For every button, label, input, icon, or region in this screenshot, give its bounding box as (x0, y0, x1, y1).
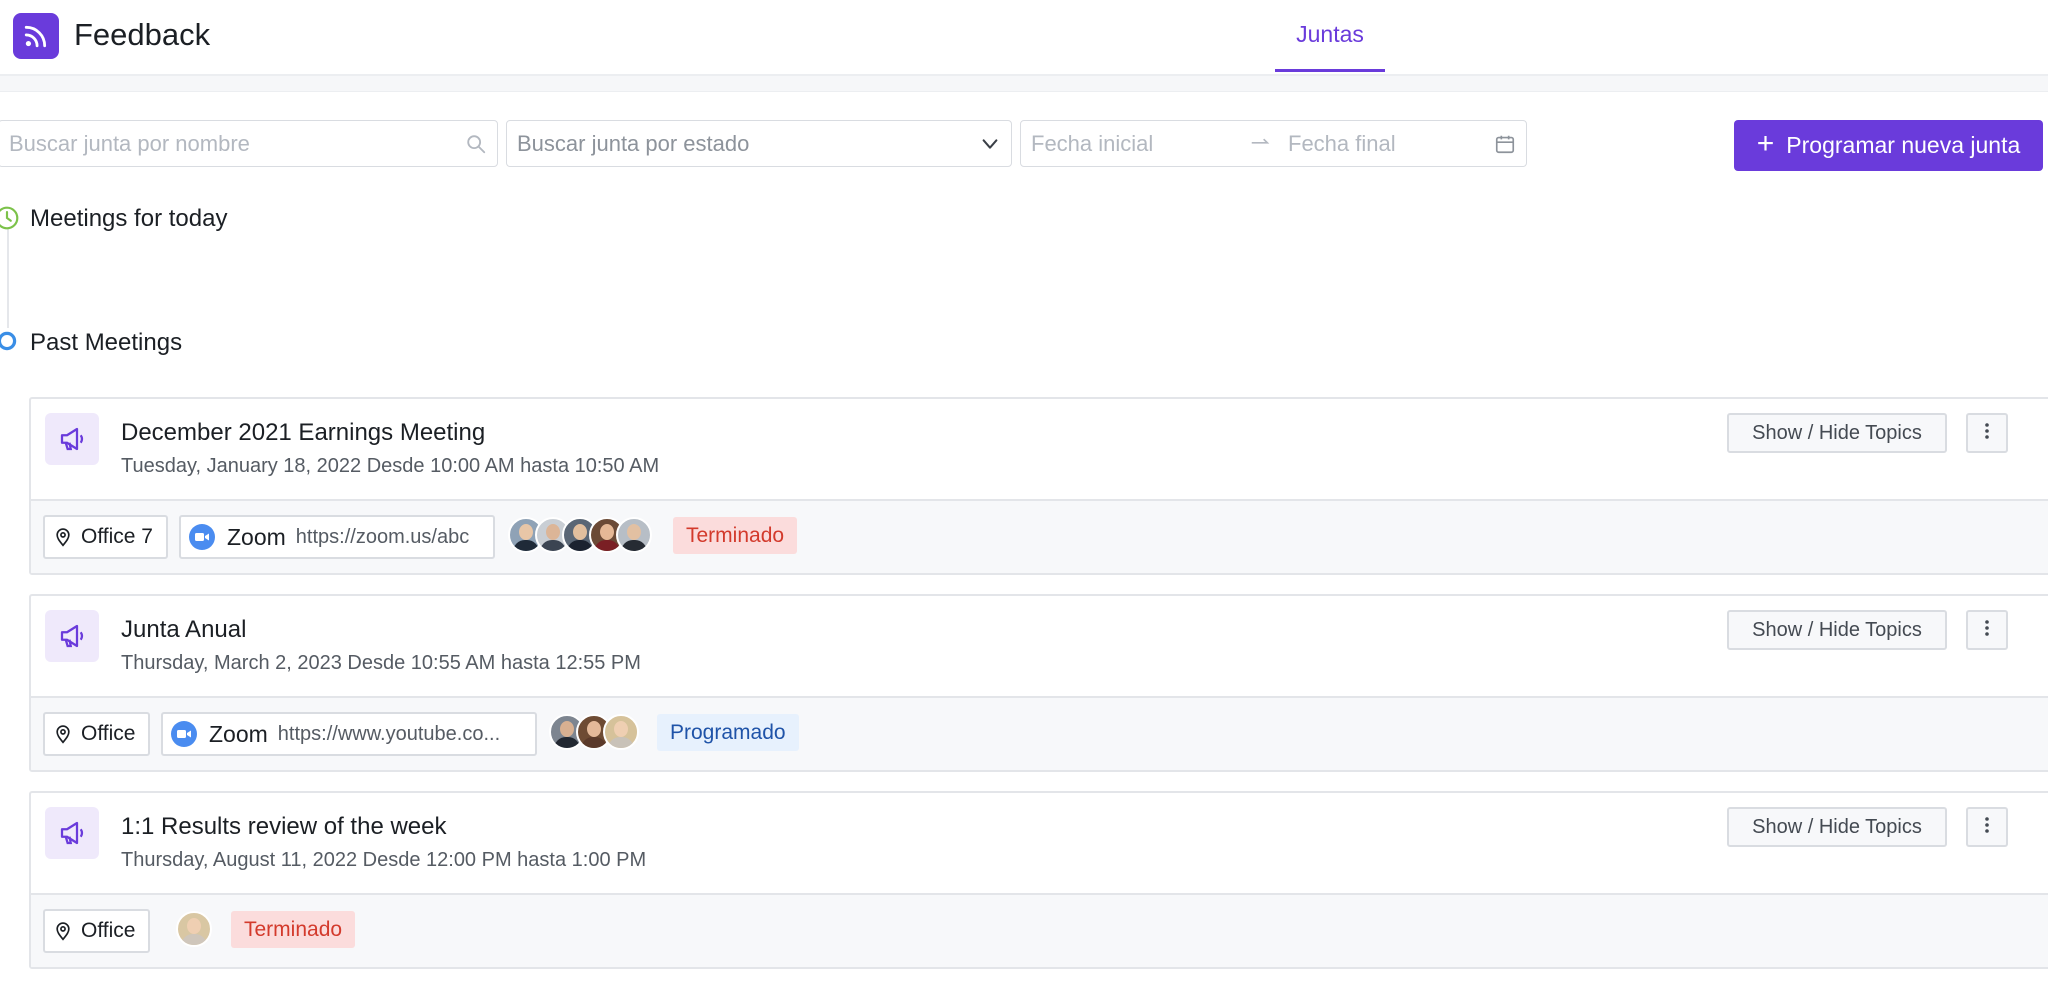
date-start-input[interactable]: Fecha inicial (1031, 131, 1153, 157)
avatar[interactable] (176, 911, 212, 947)
attendee-avatars (508, 517, 652, 553)
schedule-new-meeting-label: Programar nueva junta (1786, 132, 2021, 158)
status-badge: Terminado (231, 911, 356, 948)
timeline-line (7, 228, 9, 328)
meeting-title[interactable]: 1:1 Results review of the week (121, 813, 447, 841)
location-label: Office (81, 919, 136, 942)
megaphone-icon (45, 807, 99, 859)
meeting-card-footer: Office Terminado (31, 893, 2048, 967)
location-label: Office 7 (81, 525, 153, 548)
status-badge: Terminado (673, 517, 798, 554)
calendar-icon (1494, 133, 1516, 161)
plus-icon: + (1756, 127, 1775, 160)
circle-icon (0, 328, 20, 354)
location-label: Office (81, 722, 136, 745)
megaphone-icon (45, 610, 99, 662)
search-icon (465, 133, 487, 161)
avatar[interactable] (616, 517, 652, 553)
chevron-down-icon (979, 133, 1001, 161)
more-options-button[interactable] (1966, 610, 2008, 650)
status-badge: Programado (657, 714, 799, 751)
meeting-title[interactable]: Junta Anual (121, 616, 246, 644)
meeting-date: Tuesday, January 18, 2022 Desde 10:00 AM… (121, 455, 660, 477)
show-hide-topics-button[interactable]: Show / Hide Topics (1727, 413, 1947, 453)
clock-icon (0, 205, 20, 231)
video-camera-icon (171, 721, 197, 747)
search-by-name-input[interactable]: Buscar junta por nombre (0, 120, 498, 167)
meeting-card: Junta Anual Thursday, March 2, 2023 Desd… (29, 594, 2048, 772)
more-vertical-icon (1978, 618, 1996, 643)
zoom-label: Zoom (227, 523, 286, 550)
meeting-card-header: December 2021 Earnings Meeting Tuesday, … (31, 399, 2048, 499)
pin-icon (53, 526, 73, 548)
megaphone-icon (45, 413, 99, 465)
rss-icon[interactable] (13, 13, 59, 59)
search-by-state-select[interactable]: Buscar junta por estado (506, 120, 1012, 167)
video-camera-icon (189, 524, 215, 550)
app-title: Feedback (74, 17, 211, 52)
zoom-label: Zoom (209, 720, 268, 747)
date-end-input[interactable]: Fecha final (1288, 131, 1396, 157)
top-bar: Feedback Juntas (0, 0, 2048, 76)
attendee-avatars (549, 714, 639, 750)
meeting-date: Thursday, March 2, 2023 Desde 10:55 AM h… (121, 652, 641, 674)
meeting-card-footer: Office Zoom https://www.youtube.co... Pr… (31, 696, 2048, 770)
tab-juntas[interactable]: Juntas (1275, 0, 1385, 72)
location-chip: Office (43, 712, 150, 756)
show-hide-topics-button[interactable]: Show / Hide Topics (1727, 610, 1947, 650)
attendee-avatars (176, 911, 212, 947)
schedule-new-meeting-button[interactable]: + Programar nueva junta (1734, 120, 2043, 171)
more-vertical-icon (1978, 815, 1996, 840)
more-options-button[interactable] (1966, 807, 2008, 847)
meeting-card: December 2021 Earnings Meeting Tuesday, … (29, 397, 2048, 575)
meeting-card-footer: Office 7 Zoom https://zoom.us/abc Termin… (31, 499, 2048, 573)
meeting-card-header: 1:1 Results review of the week Thursday,… (31, 793, 2048, 893)
meeting-date: Thursday, August 11, 2022 Desde 12:00 PM… (121, 849, 647, 871)
more-options-button[interactable] (1966, 413, 2008, 453)
show-hide-topics-button[interactable]: Show / Hide Topics (1727, 807, 1947, 847)
zoom-link-chip[interactable]: Zoom https://www.youtube.co... (161, 712, 537, 756)
location-chip: Office (43, 909, 150, 953)
meeting-card: 1:1 Results review of the week Thursday,… (29, 791, 2048, 969)
section-meetings-today: Meetings for today (30, 205, 228, 232)
avatar[interactable] (603, 714, 639, 750)
search-by-name-placeholder: Buscar junta por nombre (9, 130, 250, 156)
section-past-meetings: Past Meetings (30, 329, 183, 356)
zoom-url[interactable]: https://zoom.us/abc (296, 526, 469, 549)
pin-icon (53, 920, 73, 942)
search-by-state-placeholder: Buscar junta por estado (517, 130, 750, 156)
zoom-url[interactable]: https://www.youtube.co... (278, 723, 500, 746)
sub-header-band (0, 76, 2048, 92)
arrow-right-icon (1249, 130, 1271, 158)
zoom-link-chip[interactable]: Zoom https://zoom.us/abc (179, 515, 495, 559)
more-vertical-icon (1978, 421, 1996, 446)
date-range-picker[interactable]: Fecha inicial Fecha final (1020, 120, 1527, 167)
location-chip: Office 7 (43, 515, 168, 559)
pin-icon (53, 723, 73, 745)
meeting-card-header: Junta Anual Thursday, March 2, 2023 Desd… (31, 596, 2048, 696)
meeting-title[interactable]: December 2021 Earnings Meeting (121, 419, 485, 447)
